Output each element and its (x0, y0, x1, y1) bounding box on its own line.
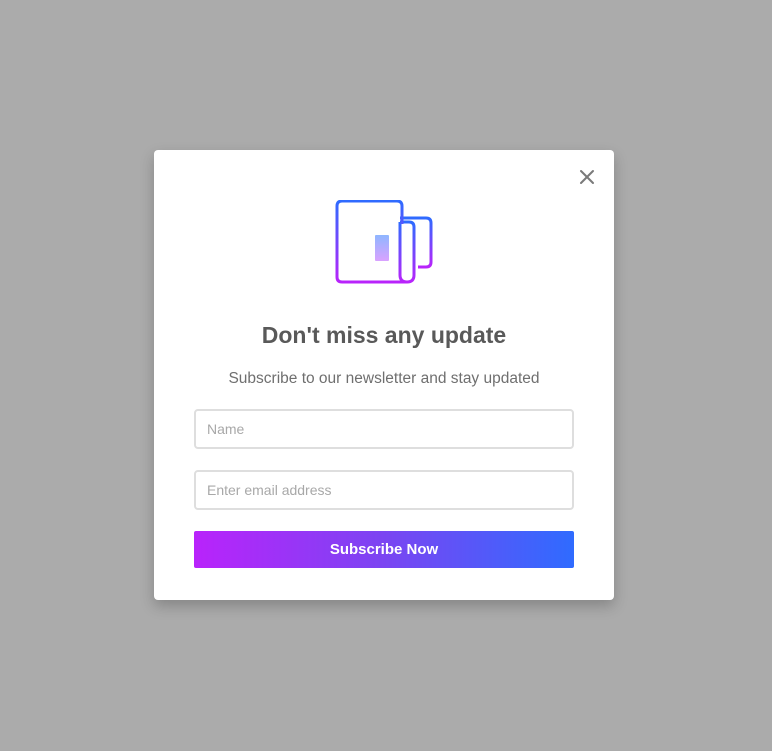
modal-title: Don't miss any update (261, 322, 507, 348)
modal-subtitle: Subscribe to our newsletter and stay upd… (228, 370, 540, 387)
newspaper-icon (334, 200, 434, 284)
newsletter-modal: Don't miss any update Subscribe to our n… (154, 150, 614, 600)
subscribe-button[interactable]: Subscribe Now (194, 531, 574, 568)
email-input[interactable] (194, 470, 574, 510)
name-input[interactable] (194, 409, 574, 449)
close-icon (580, 170, 594, 184)
close-button[interactable] (578, 168, 596, 186)
